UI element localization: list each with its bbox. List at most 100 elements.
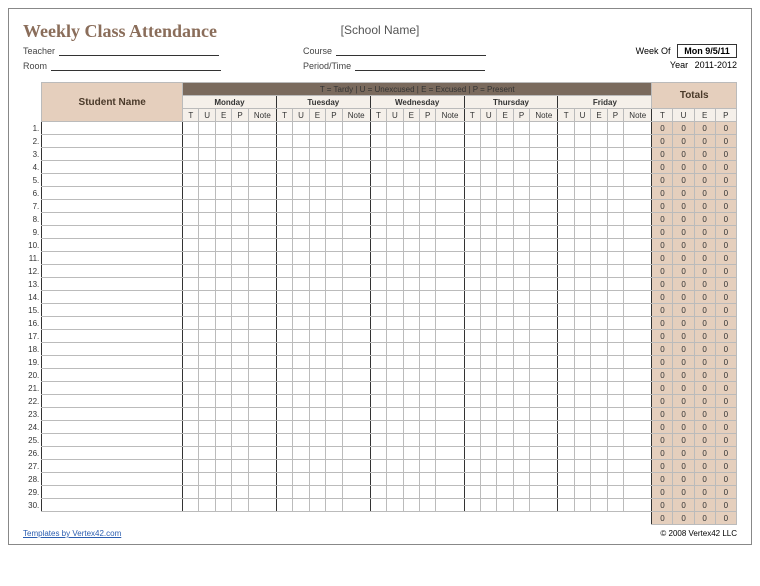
code-cell[interactable]	[513, 473, 529, 486]
note-cell[interactable]	[248, 408, 276, 421]
code-cell[interactable]	[387, 486, 403, 499]
code-cell[interactable]	[420, 356, 436, 369]
code-cell[interactable]	[293, 200, 309, 213]
code-cell[interactable]	[309, 460, 325, 473]
code-cell[interactable]	[464, 356, 480, 369]
code-cell[interactable]	[276, 187, 292, 200]
code-cell[interactable]	[403, 213, 419, 226]
note-cell[interactable]	[248, 382, 276, 395]
note-cell[interactable]	[342, 408, 370, 421]
code-cell[interactable]	[513, 291, 529, 304]
code-cell[interactable]	[215, 486, 231, 499]
code-cell[interactable]	[558, 421, 574, 434]
code-cell[interactable]	[326, 135, 342, 148]
code-cell[interactable]	[215, 213, 231, 226]
code-cell[interactable]	[513, 343, 529, 356]
note-cell[interactable]	[342, 226, 370, 239]
code-cell[interactable]	[370, 291, 386, 304]
code-cell[interactable]	[464, 421, 480, 434]
code-cell[interactable]	[370, 473, 386, 486]
code-cell[interactable]	[276, 265, 292, 278]
code-cell[interactable]	[481, 330, 497, 343]
code-cell[interactable]	[215, 473, 231, 486]
student-name-cell[interactable]	[42, 434, 183, 447]
code-cell[interactable]	[403, 265, 419, 278]
code-cell[interactable]	[293, 187, 309, 200]
code-cell[interactable]	[370, 460, 386, 473]
code-cell[interactable]	[370, 447, 386, 460]
code-cell[interactable]	[309, 200, 325, 213]
note-cell[interactable]	[342, 343, 370, 356]
student-name-cell[interactable]	[42, 135, 183, 148]
code-cell[interactable]	[309, 174, 325, 187]
code-cell[interactable]	[215, 356, 231, 369]
code-cell[interactable]	[464, 486, 480, 499]
code-cell[interactable]	[370, 317, 386, 330]
code-cell[interactable]	[293, 473, 309, 486]
code-cell[interactable]	[591, 356, 607, 369]
code-cell[interactable]	[558, 317, 574, 330]
code-cell[interactable]	[513, 486, 529, 499]
code-cell[interactable]	[607, 499, 623, 512]
code-cell[interactable]	[215, 226, 231, 239]
code-cell[interactable]	[420, 408, 436, 421]
note-cell[interactable]	[248, 213, 276, 226]
code-cell[interactable]	[607, 148, 623, 161]
code-cell[interactable]	[481, 122, 497, 135]
code-cell[interactable]	[293, 330, 309, 343]
code-cell[interactable]	[574, 473, 590, 486]
code-cell[interactable]	[497, 200, 513, 213]
note-cell[interactable]	[530, 278, 558, 291]
code-cell[interactable]	[574, 434, 590, 447]
code-cell[interactable]	[481, 369, 497, 382]
code-cell[interactable]	[513, 148, 529, 161]
code-cell[interactable]	[481, 265, 497, 278]
code-cell[interactable]	[574, 252, 590, 265]
code-cell[interactable]	[276, 122, 292, 135]
note-cell[interactable]	[624, 499, 652, 512]
code-cell[interactable]	[232, 473, 248, 486]
code-cell[interactable]	[293, 252, 309, 265]
note-cell[interactable]	[436, 395, 464, 408]
code-cell[interactable]	[326, 330, 342, 343]
code-cell[interactable]	[497, 174, 513, 187]
code-cell[interactable]	[607, 291, 623, 304]
code-cell[interactable]	[558, 278, 574, 291]
code-cell[interactable]	[481, 226, 497, 239]
code-cell[interactable]	[309, 148, 325, 161]
code-cell[interactable]	[497, 343, 513, 356]
code-cell[interactable]	[481, 200, 497, 213]
code-cell[interactable]	[309, 395, 325, 408]
code-cell[interactable]	[574, 343, 590, 356]
code-cell[interactable]	[183, 174, 199, 187]
code-cell[interactable]	[464, 343, 480, 356]
code-cell[interactable]	[464, 460, 480, 473]
code-cell[interactable]	[574, 148, 590, 161]
code-cell[interactable]	[558, 356, 574, 369]
code-cell[interactable]	[370, 395, 386, 408]
code-cell[interactable]	[513, 200, 529, 213]
code-cell[interactable]	[591, 330, 607, 343]
code-cell[interactable]	[370, 148, 386, 161]
note-cell[interactable]	[436, 187, 464, 200]
note-cell[interactable]	[624, 135, 652, 148]
code-cell[interactable]	[276, 200, 292, 213]
note-cell[interactable]	[436, 278, 464, 291]
code-cell[interactable]	[607, 369, 623, 382]
note-cell[interactable]	[436, 161, 464, 174]
code-cell[interactable]	[420, 278, 436, 291]
code-cell[interactable]	[420, 499, 436, 512]
code-cell[interactable]	[558, 447, 574, 460]
code-cell[interactable]	[276, 174, 292, 187]
note-cell[interactable]	[342, 499, 370, 512]
code-cell[interactable]	[183, 278, 199, 291]
code-cell[interactable]	[326, 161, 342, 174]
note-cell[interactable]	[530, 343, 558, 356]
code-cell[interactable]	[497, 421, 513, 434]
code-cell[interactable]	[183, 447, 199, 460]
note-cell[interactable]	[342, 369, 370, 382]
code-cell[interactable]	[591, 278, 607, 291]
note-cell[interactable]	[248, 278, 276, 291]
code-cell[interactable]	[403, 382, 419, 395]
code-cell[interactable]	[513, 408, 529, 421]
